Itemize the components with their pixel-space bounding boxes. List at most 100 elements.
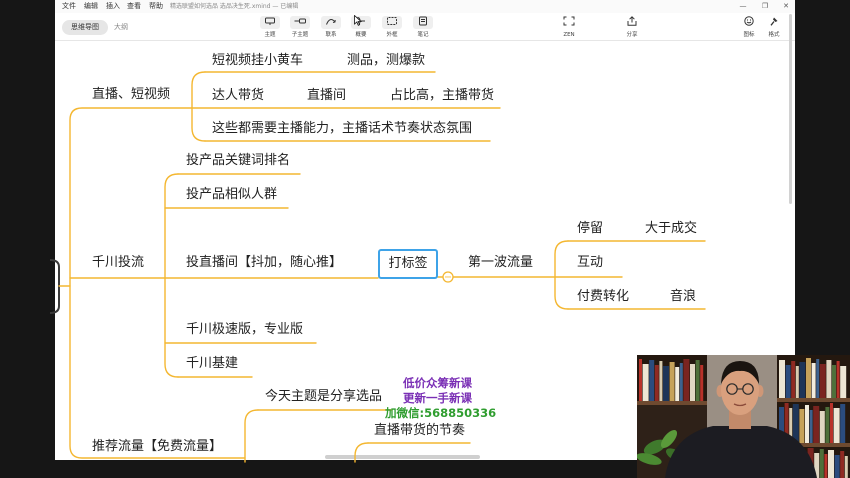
tab-mindmap[interactable]: 思维导图 <box>62 20 108 35</box>
topic-gifts[interactable]: 音浪 <box>670 289 696 305</box>
book-spine <box>809 410 813 443</box>
book-spine <box>828 450 834 478</box>
book-spine <box>833 408 840 443</box>
zen-icon <box>559 16 579 29</box>
horizontal-scrollbar[interactable] <box>325 455 480 459</box>
book-spine <box>844 456 848 478</box>
maximize-button[interactable]: ❐ <box>758 2 772 11</box>
watermark-line: 更新一手新课 <box>403 391 472 405</box>
book-spine <box>795 366 799 398</box>
book-spine <box>840 451 845 478</box>
summary-label: 概要 <box>355 31 367 38</box>
book-spine <box>816 359 820 398</box>
topic-similar-audience[interactable]: 投产品相似人群 <box>186 187 277 203</box>
topic-boost-live-room[interactable]: 投直播间【抖加，随心推】 <box>186 255 342 271</box>
share-button[interactable]: 分享 <box>617 14 647 40</box>
note-button[interactable]: 笔记 <box>408 14 438 40</box>
topic-paid-conversion[interactable]: 付费转化 <box>577 289 629 305</box>
book-spine <box>700 365 704 401</box>
book-spine <box>834 455 840 478</box>
book-spine <box>683 359 690 401</box>
boundary-button[interactable]: 外框 <box>377 14 407 40</box>
book-spine <box>663 366 669 401</box>
shelf-board <box>637 401 707 405</box>
topic-anchor-ability[interactable]: 这些都需要主播能力，主播话术节奏状态氛围 <box>212 121 472 137</box>
format-panel-label: 格式 <box>768 31 780 38</box>
topic-short-video-cart[interactable]: 短视频挂小黄车 <box>212 53 303 69</box>
book-spine <box>792 404 799 443</box>
zen-button[interactable]: ZEN <box>554 14 584 40</box>
topic-today-theme[interactable]: 今天主题是分享选品 <box>265 389 382 405</box>
brush-icon <box>764 16 784 29</box>
book-spine <box>654 365 659 401</box>
topic-tagging[interactable]: 打标签 <box>378 249 438 279</box>
minimize-button[interactable]: — <box>736 2 750 11</box>
subtopic-button[interactable]: 子主题 <box>285 14 315 40</box>
topic-interact[interactable]: 互动 <box>577 255 603 271</box>
book-spine <box>825 407 830 443</box>
presenter-webcam <box>637 355 850 478</box>
book-spine <box>819 449 824 478</box>
book-spine <box>785 365 791 398</box>
book-spine <box>824 454 828 478</box>
topic-first-wave[interactable]: 第一波流量 <box>468 255 533 271</box>
subtopic-label: 子主题 <box>291 31 309 38</box>
vertical-scrollbar[interactable] <box>789 14 792 204</box>
topic-infrastructure[interactable]: 千川基建 <box>186 356 238 372</box>
note-icon <box>413 15 433 29</box>
book-spine <box>840 366 847 398</box>
book-spine <box>806 358 811 398</box>
book-spine <box>836 361 840 398</box>
menu-file[interactable]: 文件 <box>62 2 76 11</box>
book-spine <box>799 362 806 398</box>
relationship-label: 联系 <box>325 31 337 38</box>
share-label: 分享 <box>626 31 638 38</box>
book-spine <box>779 360 785 398</box>
topic-speed-pro[interactable]: 千川极速版，专业版 <box>186 322 303 338</box>
menu-insert[interactable]: 插入 <box>106 2 120 11</box>
watermark-line: 加微信:568850336 <box>385 406 497 420</box>
topic-influencer-sales[interactable]: 达人带货 <box>212 88 264 104</box>
topic-label: 主题 <box>264 31 276 38</box>
book-spine <box>832 365 836 398</box>
book-spine <box>659 361 663 401</box>
menu-view[interactable]: 查看 <box>127 2 141 11</box>
topic-live-room[interactable]: 直播间 <box>307 88 346 104</box>
close-button[interactable]: ✕ <box>779 2 793 11</box>
topic-keyword-rank[interactable]: 投产品关键词排名 <box>186 153 290 169</box>
topic-test-products[interactable]: 测品，测爆款 <box>347 53 425 69</box>
menu-help[interactable]: 帮助 <box>149 2 163 11</box>
book-spine <box>679 363 683 401</box>
book-spine <box>791 361 796 398</box>
topic-button[interactable]: 主题 <box>255 14 285 40</box>
book-spine <box>830 403 833 443</box>
topic-stay[interactable]: 停留 <box>577 221 603 237</box>
share-icon <box>622 15 642 29</box>
book-spine <box>690 364 695 401</box>
topic-live-rhythm[interactable]: 直播带货的节奏 <box>374 423 465 439</box>
menu-bar <box>55 0 795 13</box>
book-spine <box>649 360 655 401</box>
subtopic-icon <box>290 15 310 29</box>
topic-qianchuan[interactable]: 千川投流 <box>92 255 144 271</box>
book-spine <box>813 406 820 443</box>
book-spine <box>675 367 680 401</box>
menu-edit[interactable]: 编辑 <box>84 2 98 11</box>
tab-outline[interactable]: 大纲 <box>114 20 134 35</box>
boundary-icon <box>382 15 402 29</box>
topic-live-short-video[interactable]: 直播、短视频 <box>92 87 170 103</box>
book-spine <box>669 362 675 401</box>
shelf-board <box>777 398 850 402</box>
relationship-button[interactable]: 联系 <box>316 14 346 40</box>
watermark-line: 低价众筹新课 <box>403 376 472 390</box>
relationship-icon <box>321 15 341 29</box>
topic-greater-than-deal[interactable]: 大于成交 <box>645 221 697 237</box>
book-spine <box>811 363 816 398</box>
sticker-icon <box>739 15 759 29</box>
topic-recommended-traffic[interactable]: 推荐流量【免费流量】 <box>92 439 222 455</box>
document-title: 精选联盟如何选品 选品决生死.xmind — 已编辑 <box>170 3 299 10</box>
topic-high-share[interactable]: 占比高，主播带货 <box>390 88 494 104</box>
book-spine <box>819 411 825 443</box>
format-panel-button[interactable]: 格式 <box>759 14 789 40</box>
book-spine <box>826 360 832 398</box>
